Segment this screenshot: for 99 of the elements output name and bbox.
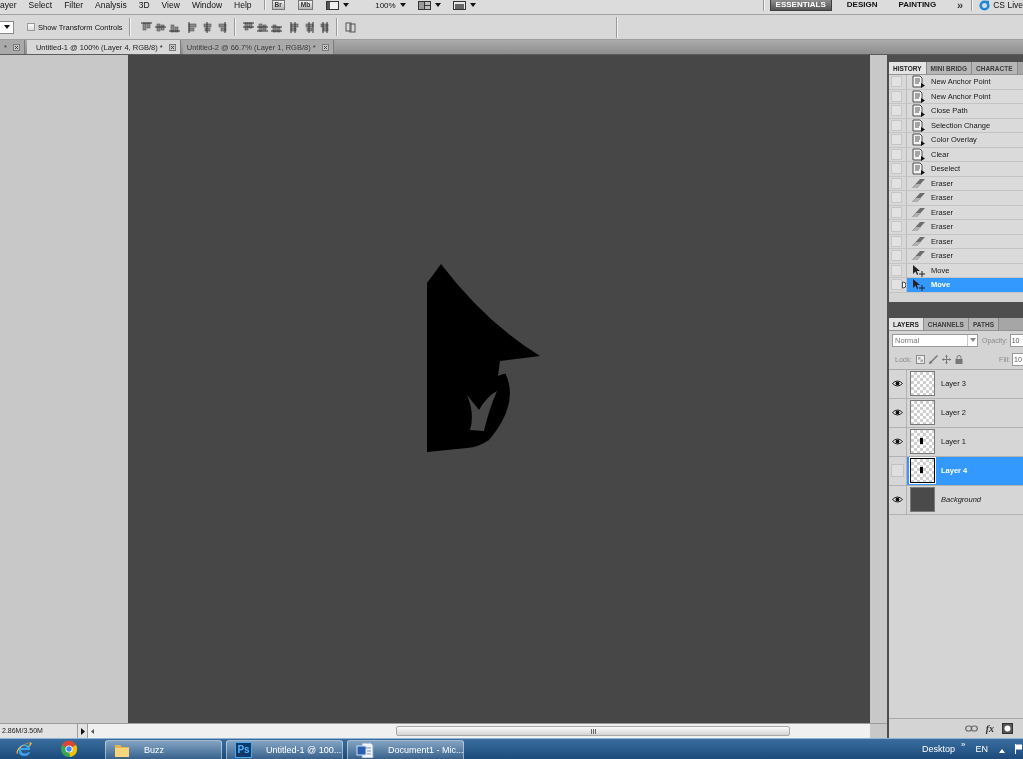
close-icon[interactable] <box>12 43 20 51</box>
layer-thumbnail <box>910 487 935 512</box>
left-triangle-icon <box>90 728 94 734</box>
brush-icon[interactable] <box>928 354 938 364</box>
workspace-button[interactable]: DESIGN <box>840 0 884 11</box>
distribute-bottom-edges-icon[interactable] <box>270 21 282 33</box>
horizontal-scrollbar[interactable] <box>96 724 870 738</box>
document-icon <box>912 104 925 118</box>
link-icon[interactable] <box>964 725 978 732</box>
layer-thumbnail <box>910 429 935 454</box>
caret-icon <box>469 3 476 7</box>
menu-item[interactable]: Analysis <box>89 0 133 10</box>
menu-item[interactable]: Select <box>22 0 59 10</box>
align-right-edges-icon[interactable] <box>215 21 227 33</box>
close-icon[interactable] <box>321 43 329 51</box>
taskbar-button[interactable]: Buzz <box>105 740 222 759</box>
eye-icon <box>892 380 903 387</box>
workspace-button[interactable]: ESSENTIALS <box>769 0 832 11</box>
tricolor-circle-icon[interactable] <box>60 740 78 758</box>
checker-square-icon[interactable] <box>915 354 925 364</box>
caret-icon <box>399 3 406 7</box>
caret-icon <box>3 25 10 29</box>
flag-icon[interactable] <box>1015 744 1023 754</box>
right-triangle-icon <box>80 727 85 735</box>
up-triangle-icon[interactable] <box>999 748 1005 753</box>
document-icon <box>912 147 925 161</box>
move-icon <box>912 263 925 277</box>
taskbar-button[interactable]: Document1 - Mic... <box>347 740 464 759</box>
align-top-edges-icon[interactable] <box>140 21 152 33</box>
menu-item[interactable]: View <box>155 0 186 10</box>
zoom-level-menu[interactable]: 100% <box>375 0 396 10</box>
scrollbar-thumb[interactable] <box>396 726 790 736</box>
visibility-toggle[interactable] <box>891 464 904 477</box>
visibility-toggle[interactable] <box>891 435 904 448</box>
padlock-icon[interactable] <box>954 354 963 364</box>
distribute-vertical-centers-icon[interactable] <box>256 21 268 33</box>
distribute-left-edges-icon[interactable] <box>289 21 301 33</box>
visibility-toggle[interactable] <box>891 377 904 390</box>
cs-live-menu[interactable]: CS Live <box>993 0 1023 10</box>
menu-item[interactable]: Help <box>228 0 258 10</box>
document-icon <box>356 742 374 758</box>
scroll-left-button[interactable] <box>88 724 96 738</box>
eye-icon <box>892 409 903 416</box>
menu-item[interactable]: Filter <box>58 0 90 10</box>
document-icon <box>912 133 925 147</box>
folder-icon <box>114 742 130 758</box>
eraser-icon <box>912 220 925 234</box>
tool-preset-dropdown[interactable] <box>0 20 14 34</box>
align-horizontal-centers-icon[interactable] <box>201 21 213 33</box>
toolbar-more-button[interactable]: » <box>961 740 966 749</box>
menu-item[interactable]: ayer <box>0 0 23 10</box>
workspace-button[interactable]: PAINTING <box>892 0 943 11</box>
close-icon[interactable] <box>168 43 176 51</box>
distribute-horizontal-centers-icon[interactable] <box>303 21 315 33</box>
caret-icon <box>969 338 976 342</box>
arrange-documents-icon[interactable] <box>417 0 431 10</box>
state-marker-icon <box>902 280 906 289</box>
distribute-top-edges-icon[interactable] <box>242 21 254 33</box>
layer-thumbnail <box>910 371 935 396</box>
window-frame-icon[interactable] <box>326 0 340 10</box>
app-badge: Ps <box>235 742 252 758</box>
eye-icon <box>892 496 903 503</box>
align-bottom-edges-icon[interactable] <box>168 21 180 33</box>
status-menu-button[interactable] <box>78 724 88 738</box>
grip-icon <box>590 728 596 734</box>
document-icon <box>912 162 925 176</box>
effects-button[interactable]: fx <box>985 723 994 734</box>
eraser-icon <box>912 191 925 205</box>
mask-icon[interactable] <box>1002 723 1013 734</box>
align-left-edges-icon[interactable] <box>187 21 199 33</box>
eraser-icon <box>912 176 925 190</box>
document-icon <box>912 89 925 103</box>
document-icon <box>912 118 925 132</box>
layer-thumbnail <box>910 458 935 483</box>
eraser-icon <box>912 234 925 248</box>
eraser-icon <box>912 205 925 219</box>
screen-mode-icon[interactable] <box>452 0 466 10</box>
desktop-toolbar-label[interactable]: Desktop <box>922 744 956 754</box>
align-vertical-centers-icon[interactable] <box>154 21 166 33</box>
menu-item[interactable]: Window <box>185 0 229 10</box>
menu-item[interactable]: 3D <box>132 0 156 10</box>
show-transform-controls-checkbox[interactable] <box>27 23 35 31</box>
auto-align-layers-icon[interactable] <box>344 21 356 33</box>
layer-thumbnail <box>910 400 935 425</box>
ring-logo-icon[interactable] <box>979 0 991 11</box>
caret-icon <box>343 3 350 7</box>
visibility-toggle[interactable] <box>891 493 904 506</box>
eye-icon <box>892 438 903 445</box>
e-logo-icon[interactable] <box>15 740 33 758</box>
visibility-toggle[interactable] <box>891 406 904 419</box>
more-workspaces-button[interactable]: » <box>957 0 964 10</box>
eraser-icon <box>912 249 925 263</box>
distribute-right-edges-icon[interactable] <box>317 21 329 33</box>
caret-icon <box>434 3 441 7</box>
move-cross-icon[interactable] <box>941 354 951 364</box>
document-icon <box>912 75 925 89</box>
language-indicator[interactable]: EN <box>975 744 988 754</box>
move-icon <box>912 278 925 292</box>
taskbar-button[interactable]: Ps Untitled-1 @ 100... <box>226 740 343 759</box>
